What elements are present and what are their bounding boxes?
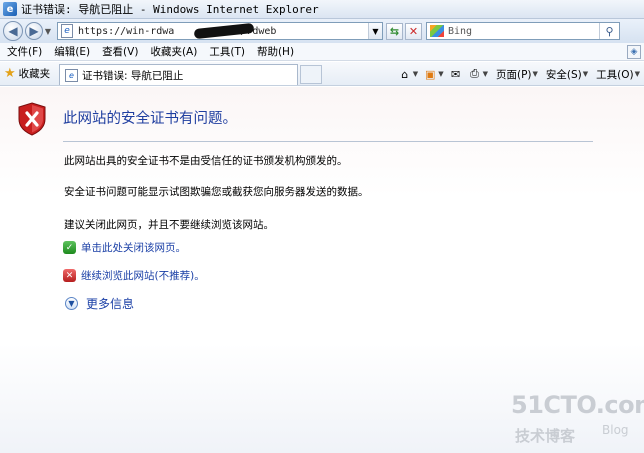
expand-chevron-icon[interactable]: ▼	[65, 297, 78, 310]
favorites-star-icon[interactable]: ★	[4, 66, 16, 81]
menu-help[interactable]: 帮助(H)	[257, 44, 294, 59]
page-dropdown-icon[interactable]: ▼	[533, 70, 538, 78]
green-shield-icon: ✓	[63, 241, 76, 254]
continue-link[interactable]: ✕ 继续浏览此网站(不推荐)。	[63, 268, 205, 283]
back-button[interactable]: ◀	[3, 21, 23, 41]
new-tab-button[interactable]	[300, 65, 322, 84]
tools-dropdown-icon[interactable]: ▼	[635, 70, 640, 78]
menu-tools[interactable]: 工具(T)	[209, 44, 245, 59]
command-bar: ★ 收藏夹 e 证书错误: 导航已阻止 ⌂ ▼ ▣ ▼ ✉ ⎙ ▼ 页面(P) ▼ 安全…	[0, 62, 644, 86]
print-dropdown-icon[interactable]: ▼	[483, 70, 488, 78]
home-icon[interactable]: ⌂	[398, 67, 412, 81]
search-placeholder: Bing	[448, 25, 473, 37]
more-info-text[interactable]: 更多信息	[86, 295, 134, 312]
print-icon[interactable]: ⎙	[468, 67, 482, 81]
active-tab[interactable]: e 证书错误: 导航已阻止	[59, 64, 298, 85]
feeds-dropdown-icon[interactable]: ▼	[438, 70, 443, 78]
window-title: 证书错误: 导航已阻止 - Windows Internet Explorer	[21, 3, 319, 16]
warning-text-2: 安全证书问题可能显示试图欺骗您或截获您向服务器发送的数据。	[64, 186, 369, 198]
command-tools: ⌂ ▼ ▣ ▼ ✉ ⎙ ▼ 页面(P) ▼ 安全(S) ▼ 工具(O) ▼	[393, 65, 640, 83]
page-icon: e	[61, 24, 73, 38]
ie-icon: e	[3, 2, 17, 16]
refresh-button[interactable]: ⇆	[386, 22, 403, 40]
menu-edit[interactable]: 编辑(E)	[54, 44, 90, 59]
title-bar: e 证书错误: 导航已阻止 - Windows Internet Explore…	[0, 0, 644, 19]
favorites-button[interactable]: 收藏夹	[19, 66, 51, 81]
translate-icon[interactable]: ◈	[627, 45, 641, 59]
stop-button[interactable]: ✕	[405, 22, 422, 40]
search-input[interactable]: Bing ⚲	[426, 22, 620, 40]
tab-page-icon: e	[65, 68, 78, 82]
safety-dropdown-icon[interactable]: ▼	[583, 70, 588, 78]
search-icon[interactable]: ⚲	[599, 23, 619, 39]
forward-button[interactable]: ▶	[25, 22, 43, 40]
mail-icon[interactable]: ✉	[449, 67, 463, 81]
tab-label: 证书错误: 导航已阻止	[82, 69, 184, 82]
page-title: 此网站的安全证书有问题。	[63, 111, 237, 127]
safety-menu[interactable]: 安全(S)	[546, 67, 582, 82]
history-dropdown-icon[interactable]: ▼	[43, 27, 53, 36]
more-info-toggle[interactable]: ▼ 更多信息	[65, 295, 134, 312]
close-page-link-text[interactable]: 单击此处关闭该网页。	[81, 240, 186, 255]
menu-bar: 文件(F) 编辑(E) 查看(V) 收藏夹(A) 工具(T) 帮助(H) ◈	[0, 43, 644, 61]
menu-file[interactable]: 文件(F)	[7, 44, 42, 59]
redaction-mark	[193, 22, 255, 40]
tools-menu[interactable]: 工具(O)	[596, 67, 633, 82]
address-row: ◀ ▶ ▼ e https://win-rdwa /rdweb ▼ ⇆ ✕ Bi…	[0, 19, 644, 43]
address-input[interactable]: e https://win-rdwa /rdweb ▼	[57, 22, 383, 40]
watermark-blog: Blog	[602, 423, 629, 437]
feeds-icon[interactable]: ▣	[423, 67, 437, 81]
watermark-subtitle: 技术博客	[515, 427, 576, 445]
menu-view[interactable]: 查看(V)	[102, 44, 138, 59]
menu-favorites[interactable]: 收藏夹(A)	[150, 44, 197, 59]
page-menu[interactable]: 页面(P)	[496, 67, 532, 82]
warning-text-1: 此网站出具的安全证书不是由受信任的证书颁发机构颁发的。	[64, 155, 348, 167]
recommendation-text: 建议关闭此网页，并且不要继续浏览该网站。	[64, 219, 274, 231]
bing-icon	[430, 25, 444, 37]
url-prefix: https://win-rdwa	[78, 25, 175, 37]
watermark-logo: 51CTO.com	[511, 391, 644, 419]
security-shield-icon	[18, 102, 46, 136]
continue-link-text[interactable]: 继续浏览此网站(不推荐)。	[81, 268, 205, 283]
red-shield-icon: ✕	[63, 269, 76, 282]
error-page: 此网站的安全证书有问题。 此网站出具的安全证书不是由受信任的证书颁发机构颁发的。…	[0, 87, 644, 453]
home-dropdown-icon[interactable]: ▼	[413, 70, 418, 78]
divider	[63, 141, 593, 142]
close-page-link[interactable]: ✓ 单击此处关闭该网页。	[63, 240, 186, 255]
address-dropdown-icon[interactable]: ▼	[368, 23, 382, 39]
